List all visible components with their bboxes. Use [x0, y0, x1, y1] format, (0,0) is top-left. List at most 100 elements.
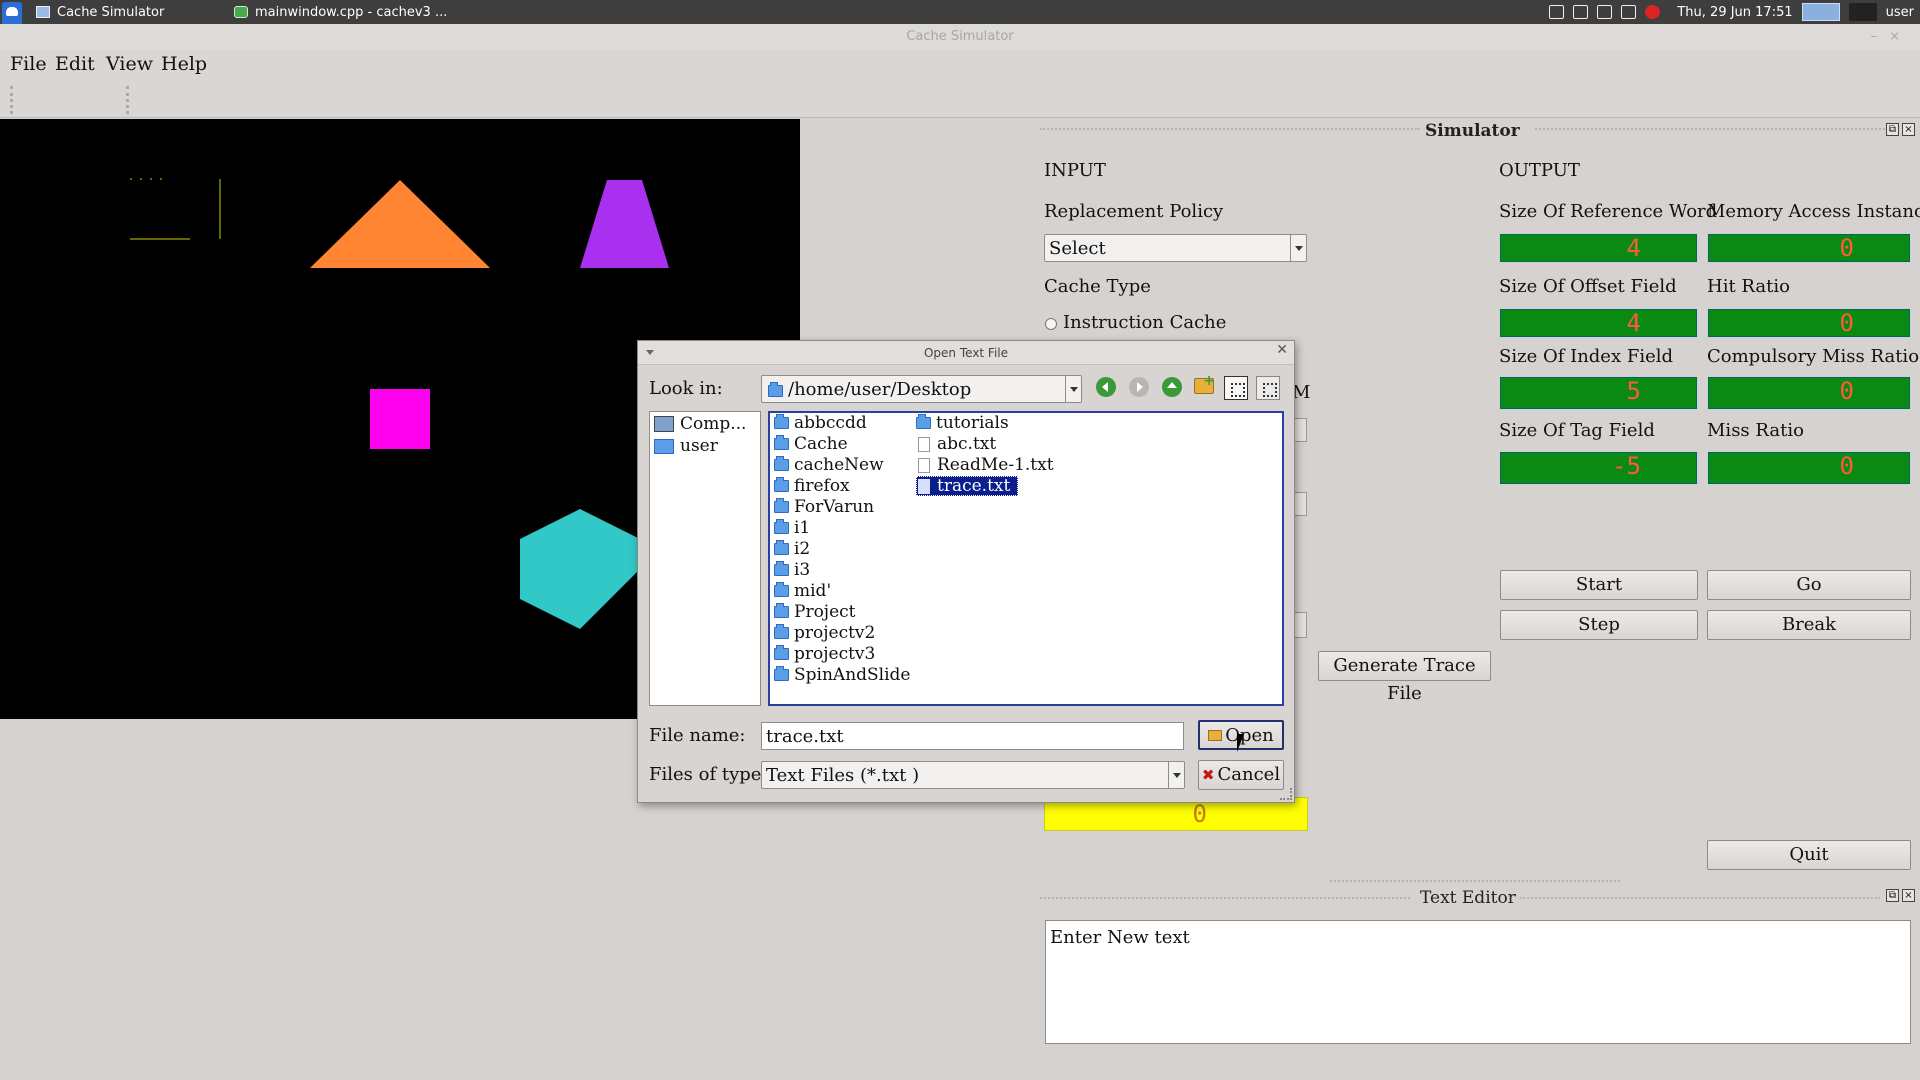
- list-item-label: Cache: [794, 434, 848, 454]
- text-editor-dock-controls: ⧉ ×: [1886, 889, 1915, 902]
- list-item[interactable]: SpinAndSlide: [774, 665, 911, 685]
- toolbar-grip[interactable]: [126, 86, 129, 114]
- lcd-value: 0: [1839, 234, 1854, 262]
- list-item[interactable]: i3: [774, 560, 810, 580]
- close-icon[interactable]: ×: [1902, 123, 1915, 136]
- list-item[interactable]: ReadMe-1.txt: [916, 455, 1054, 475]
- close-icon[interactable]: ×: [1902, 889, 1915, 902]
- folder-icon: [774, 603, 789, 618]
- menu-edit[interactable]: Edit: [55, 53, 95, 75]
- list-item-label: abbccdd: [794, 413, 867, 433]
- new-folder-icon[interactable]: [1194, 373, 1215, 394]
- generate-trace-file-button[interactable]: Generate Trace File: [1318, 651, 1491, 704]
- list-item-selected[interactable]: trace.txt: [916, 476, 1019, 496]
- network-icon[interactable]: [1621, 5, 1637, 19]
- file-list[interactable]: abbccdd Cache cacheNew firefox ForVarun …: [768, 411, 1284, 706]
- replacement-policy-label: Replacement Policy: [1044, 201, 1224, 222]
- start-button[interactable]: Start: [1500, 570, 1698, 600]
- instruction-cache-label: Instruction Cache: [1063, 312, 1227, 333]
- detail-view-icon[interactable]: [1256, 376, 1280, 400]
- folder-icon: [774, 477, 789, 492]
- float-icon[interactable]: ⧉: [1886, 889, 1899, 902]
- list-item[interactable]: Project: [774, 602, 855, 622]
- files-of-type-value: Text Files (*.txt ): [766, 765, 920, 786]
- forward-icon[interactable]: [1129, 377, 1149, 397]
- dock-title-rule: [1040, 128, 1420, 132]
- user-menu[interactable]: user: [1886, 1, 1914, 24]
- window-controls[interactable]: –×: [1871, 24, 1912, 50]
- folder-icon: [774, 666, 789, 681]
- app-menu-icon[interactable]: [2, 2, 22, 26]
- taskbar-item-mainwindow[interactable]: mainwindow.cpp - cachev3 ...: [234, 0, 447, 24]
- back-icon[interactable]: [1096, 377, 1116, 397]
- lcd-value: -5: [1612, 452, 1641, 480]
- menu-file[interactable]: File: [10, 53, 47, 75]
- mail-icon[interactable]: [1573, 5, 1589, 19]
- menu-help[interactable]: Help: [161, 53, 207, 75]
- index-field-lcd: 5: [1499, 376, 1698, 410]
- list-item[interactable]: abc.txt: [916, 434, 996, 454]
- list-view-icon[interactable]: [1224, 376, 1248, 400]
- window-icon: [36, 6, 50, 18]
- list-item-label: projectv2: [794, 623, 876, 643]
- look-in-select[interactable]: /home/user/Desktop: [761, 375, 1082, 403]
- menu-view[interactable]: View: [106, 53, 153, 75]
- lcd-value: 4: [1626, 309, 1641, 337]
- workspace-pager-2[interactable]: [1848, 3, 1877, 21]
- break-button[interactable]: Break: [1707, 610, 1911, 640]
- list-item[interactable]: abbccdd: [774, 413, 867, 433]
- folder-icon: [774, 435, 789, 450]
- list-item[interactable]: projectv2: [774, 623, 875, 643]
- files-of-type-select[interactable]: Text Files (*.txt ): [761, 761, 1185, 789]
- volume-icon[interactable]: [1597, 5, 1613, 19]
- output-label: Compulsory Miss Ratio: [1707, 346, 1920, 367]
- dock-splitter[interactable]: [1330, 880, 1620, 884]
- sidebar-item-computer[interactable]: Comp...: [654, 414, 746, 434]
- file-name-input[interactable]: trace.txt: [761, 722, 1184, 750]
- list-item[interactable]: cacheNew: [774, 455, 884, 475]
- list-item[interactable]: tutorials: [916, 413, 1009, 433]
- spinbox-arrows[interactable]: [1294, 612, 1307, 638]
- open-folder-icon: [1208, 730, 1223, 741]
- text-editor-area[interactable]: Enter New text: [1045, 920, 1911, 1044]
- cancel-button[interactable]: ✖ Cancel: [1198, 760, 1284, 790]
- places-sidebar: Comp... user: [649, 411, 761, 706]
- miss-ratio-lcd: 0: [1707, 451, 1911, 485]
- list-item[interactable]: i2: [774, 539, 810, 559]
- sidebar-item-user[interactable]: user: [654, 436, 718, 456]
- lcd-value: 0: [1839, 309, 1854, 337]
- system-taskbar: Cache Simulator mainwindow.cpp - cachev3…: [0, 0, 1920, 26]
- list-item[interactable]: ForVarun: [774, 497, 874, 517]
- spinbox-arrows[interactable]: [1294, 492, 1307, 516]
- instruction-cache-radio[interactable]: [1045, 318, 1057, 330]
- list-item-label: mid': [794, 581, 832, 601]
- parent-folder-icon[interactable]: [1162, 377, 1182, 397]
- text-file-icon: [918, 457, 930, 473]
- list-item[interactable]: projectv3: [774, 644, 875, 664]
- list-item[interactable]: Cache: [774, 434, 848, 454]
- resize-grip[interactable]: [1280, 788, 1292, 800]
- spinbox-arrows[interactable]: [1294, 418, 1307, 442]
- quit-button[interactable]: Quit: [1707, 840, 1911, 870]
- cache-type-label: Cache Type: [1044, 276, 1151, 297]
- list-item-label: ForVarun: [794, 497, 875, 517]
- toolbar-grip[interactable]: [10, 86, 13, 114]
- battery-icon[interactable]: [1549, 5, 1565, 19]
- float-icon[interactable]: ⧉: [1886, 123, 1899, 136]
- list-item[interactable]: i1: [774, 518, 810, 538]
- magenta-square: [370, 389, 430, 449]
- clock[interactable]: Thu, 29 Jun 17:51: [1677, 1, 1792, 24]
- file-name-label-text: File name:: [649, 725, 746, 746]
- taskbar-item-cache-simulator[interactable]: Cache Simulator: [36, 0, 164, 24]
- close-icon[interactable]: ✕: [1276, 342, 1288, 358]
- go-button[interactable]: Go: [1707, 570, 1911, 600]
- output-label: Hit Ratio: [1707, 276, 1790, 297]
- replacement-policy-select[interactable]: Select: [1044, 234, 1307, 262]
- window-menu-icon[interactable]: [646, 350, 654, 359]
- step-button[interactable]: Step: [1500, 610, 1698, 640]
- list-item[interactable]: firefox: [774, 476, 850, 496]
- workspace-pager[interactable]: [1801, 3, 1840, 21]
- list-item[interactable]: mid': [774, 581, 831, 601]
- update-alert-icon[interactable]: [1645, 5, 1661, 19]
- menu-view-label: View: [106, 53, 153, 75]
